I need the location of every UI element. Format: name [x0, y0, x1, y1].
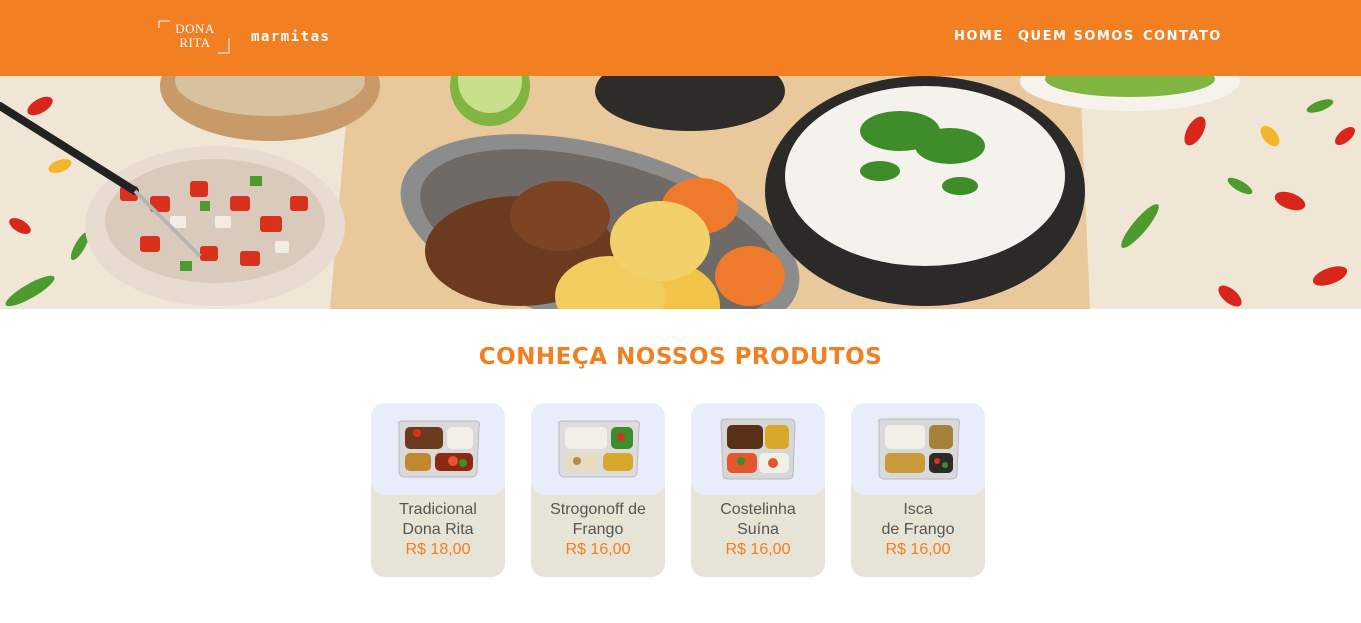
- nav-home[interactable]: HOME: [954, 29, 1004, 44]
- nav-quem-somos[interactable]: QUEM SOMOS: [1018, 29, 1135, 44]
- product-name: Costelinha Suína: [720, 501, 796, 538]
- product-card-tradicional[interactable]: Tradicional Dona Rita R$ 18,00: [371, 403, 505, 577]
- product-name: Tradicional Dona Rita: [399, 501, 477, 538]
- product-price: R$ 16,00: [885, 541, 951, 558]
- product-price: R$ 18,00: [405, 541, 471, 558]
- product-image-tradicional: [371, 403, 505, 495]
- product-card-isca[interactable]: Isca de Frango R$ 16,00: [851, 403, 985, 577]
- hero-banner-image: [0, 76, 1361, 309]
- product-image-isca: [851, 403, 985, 495]
- product-card-costelinha[interactable]: Costelinha Suína R$ 16,00: [691, 403, 825, 577]
- site-header: DONA RITA marmitas HOME QUEM SOMOS CONTA…: [0, 0, 1361, 76]
- products-section-title: CONHEÇA NOSSOS PRODUTOS: [478, 344, 883, 370]
- product-image-costelinha: [691, 403, 825, 495]
- product-image-strogonoff: [531, 403, 665, 495]
- product-price: R$ 16,00: [725, 541, 791, 558]
- nav-contato[interactable]: CONTATO: [1143, 29, 1222, 44]
- main-nav: HOME QUEM SOMOS CONTATO: [0, 29, 1361, 49]
- product-name: Isca de Frango: [881, 501, 955, 538]
- product-card-strogonoff[interactable]: Strogonoff de Frango R$ 16,00: [531, 403, 665, 577]
- product-price: R$ 16,00: [565, 541, 631, 558]
- product-name: Strogonoff de Frango: [550, 501, 646, 538]
